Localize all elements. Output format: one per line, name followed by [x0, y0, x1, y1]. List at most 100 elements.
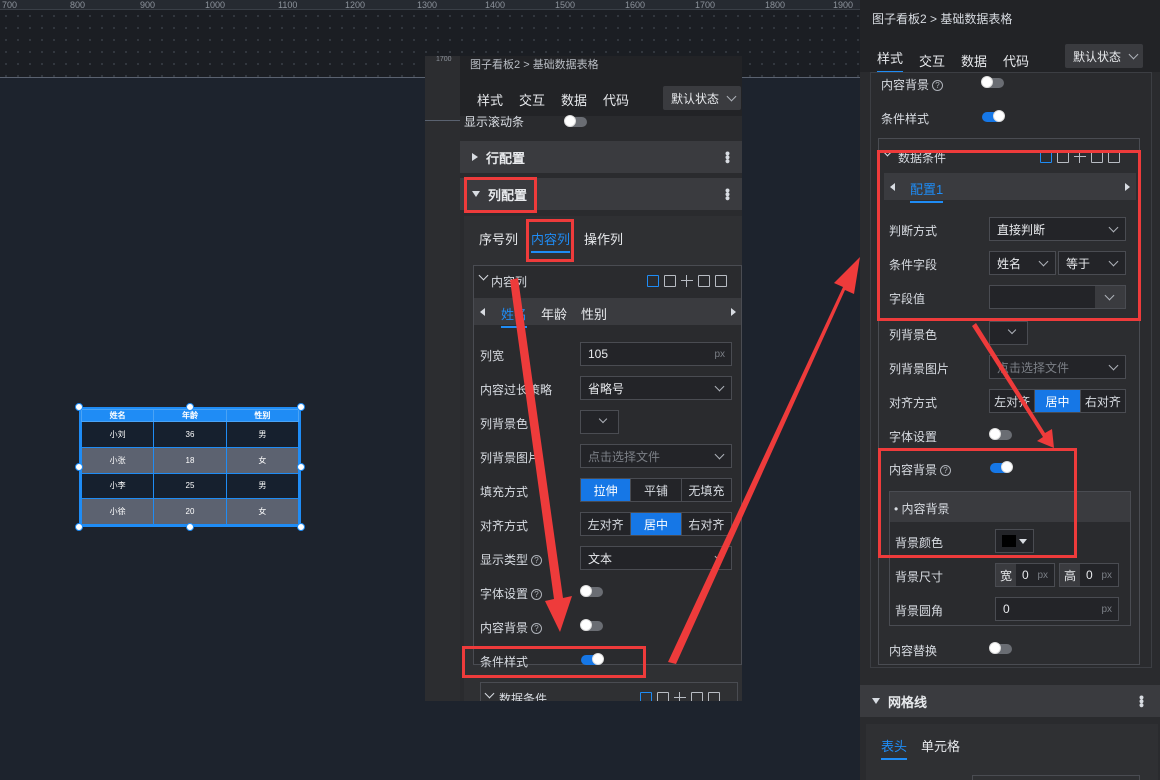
display-type-select[interactable]: 文本 — [580, 546, 732, 570]
unit-label: px — [1101, 569, 1112, 581]
content-bg-toggle[interactable] — [580, 619, 603, 631]
table-cell: 小张 — [80, 446, 155, 474]
tab-interaction[interactable]: 交互 — [919, 51, 945, 70]
fill-none-option[interactable]: 无填充 — [682, 479, 731, 501]
col-bgimg-select[interactable]: 点击选择文件 — [989, 355, 1126, 379]
copy-icon[interactable] — [691, 692, 703, 701]
tab-data[interactable]: 数据 — [561, 90, 587, 109]
show-scrollbar-toggle[interactable] — [564, 115, 587, 127]
panel-tabs: 样式 交互 数据 代码 — [477, 90, 645, 109]
grid-icon[interactable] — [664, 275, 676, 287]
tab-code[interactable]: 代码 — [1003, 51, 1029, 70]
tab-style[interactable]: 样式 — [877, 48, 904, 73]
tab-code[interactable]: 代码 — [603, 90, 629, 109]
breadcrumb-root[interactable]: 图子看板2 — [470, 59, 520, 71]
layout-icon[interactable] — [647, 275, 659, 287]
col-width-value: 105 — [588, 347, 609, 361]
tab-style[interactable]: 样式 — [477, 90, 503, 109]
help-icon[interactable]: ? — [531, 623, 543, 634]
tab-header[interactable]: 表头 — [881, 736, 908, 760]
table-header-name: 姓名 — [80, 409, 155, 422]
copy-icon[interactable] — [698, 275, 710, 287]
tab-interaction[interactable]: 交互 — [519, 90, 545, 109]
layout-icon[interactable] — [640, 692, 652, 701]
field-tab-age[interactable]: 年龄 — [541, 304, 567, 323]
overflow-select[interactable]: 省略号 — [580, 376, 732, 400]
col-bgimg-select[interactable]: 点击选择文件 — [580, 444, 732, 468]
content-replace-toggle[interactable] — [989, 642, 1012, 654]
help-icon[interactable]: ? — [932, 80, 944, 91]
section-row-config[interactable]: 行配置 ••• — [460, 141, 742, 173]
resize-handle[interactable] — [297, 463, 305, 471]
align-center-option[interactable]: 居中 — [631, 513, 682, 535]
align-segmented: 左对齐 居中 右对齐 — [580, 512, 732, 536]
align-center-option[interactable]: 居中 — [1035, 390, 1081, 412]
section-grid-lines[interactable]: 网格线 ••• — [860, 685, 1160, 717]
bg-height-input[interactable]: 高 0 px — [1059, 563, 1119, 587]
fill-tile-option[interactable]: 平铺 — [631, 479, 682, 501]
font-settings-toggle[interactable] — [580, 585, 603, 597]
ruler-tick: 1900 — [833, 0, 854, 10]
trash-icon[interactable] — [715, 275, 727, 287]
content-bg-label: 内容背景? — [480, 619, 543, 636]
field-tab-name[interactable]: 姓名 — [501, 304, 528, 328]
state-select[interactable]: 默认状态 — [1065, 44, 1143, 68]
align-left-option[interactable]: 左对齐 — [581, 513, 632, 535]
scroll-left-icon[interactable] — [480, 308, 485, 316]
align-left-option[interactable]: 左对齐 — [990, 390, 1036, 412]
bg-width-input[interactable]: 宽 0 px — [995, 563, 1055, 587]
scroll-right-icon[interactable] — [731, 308, 736, 316]
data-table: 姓名 年龄 性别 小刘 36 男 小张 18 女 小李 25 男 小徐 20 女 — [80, 409, 300, 525]
tab-action-col[interactable]: 操作列 — [584, 229, 623, 248]
align-label: 对齐方式 — [889, 396, 938, 410]
help-icon[interactable]: ? — [531, 555, 543, 566]
section-title: 网格线 — [888, 694, 928, 710]
resize-handle[interactable] — [75, 403, 83, 411]
table-cell: 小徐 — [80, 498, 155, 525]
align-right-option[interactable]: 右对齐 — [1081, 390, 1125, 412]
state-select[interactable]: 默认状态 — [663, 86, 741, 110]
chevron-down-icon — [1128, 49, 1139, 60]
breadcrumb-root[interactable]: 图子看板2 — [872, 12, 927, 26]
bg-radius-input[interactable]: 0 px — [995, 597, 1119, 621]
plus-icon[interactable] — [681, 275, 693, 287]
col-width-input[interactable]: 105 px — [580, 342, 732, 366]
grid-input-partial[interactable] — [972, 775, 1140, 780]
table-row: 小李 25 男 — [80, 472, 300, 500]
plus-icon[interactable] — [674, 692, 686, 701]
bgimg-placeholder: 点击选择文件 — [997, 360, 1070, 375]
fill-stretch-option[interactable]: 拉伸 — [581, 479, 632, 501]
font-settings-toggle[interactable] — [989, 428, 1012, 440]
tab-cell[interactable]: 单元格 — [921, 736, 960, 755]
cond-style-toggle[interactable] — [982, 110, 1005, 122]
breadcrumb-separator: > — [930, 12, 938, 26]
content-bg-toggle[interactable] — [981, 76, 1004, 88]
resize-handle[interactable] — [297, 523, 305, 531]
more-icon[interactable]: ••• — [1134, 695, 1150, 707]
resize-handle[interactable] — [75, 463, 83, 471]
breadcrumb-current: 基础数据表格 — [940, 12, 1013, 26]
width-prefix: 宽 — [996, 564, 1016, 586]
more-icon[interactable]: ••• — [720, 151, 736, 163]
align-right-option[interactable]: 右对齐 — [682, 513, 731, 535]
tab-index-col[interactable]: 序号列 — [479, 229, 518, 248]
trash-icon[interactable] — [708, 692, 720, 701]
resize-handle[interactable] — [186, 403, 194, 411]
table-widget[interactable]: 姓名 年龄 性别 小刘 36 男 小张 18 女 小李 25 男 小徐 20 女 — [79, 407, 301, 527]
table-cell: 女 — [225, 498, 300, 525]
unit-label: px — [1101, 603, 1112, 615]
resize-handle[interactable] — [75, 523, 83, 531]
field-tab-gender[interactable]: 性别 — [581, 304, 607, 323]
resize-handle[interactable] — [297, 403, 305, 411]
resize-handle[interactable] — [186, 523, 194, 531]
chevron-down-icon — [598, 414, 608, 424]
more-icon[interactable]: ••• — [720, 188, 736, 200]
help-icon[interactable]: ? — [531, 589, 543, 600]
col-bgcolor-picker[interactable] — [580, 410, 619, 434]
align-label: 对齐方式 — [480, 519, 529, 533]
section-title: 行配置 — [486, 150, 526, 166]
col-bgcolor-picker[interactable] — [989, 321, 1028, 345]
tab-data[interactable]: 数据 — [961, 51, 987, 70]
breadcrumb-current: 基础数据表格 — [532, 59, 599, 71]
grid-icon[interactable] — [657, 692, 669, 701]
